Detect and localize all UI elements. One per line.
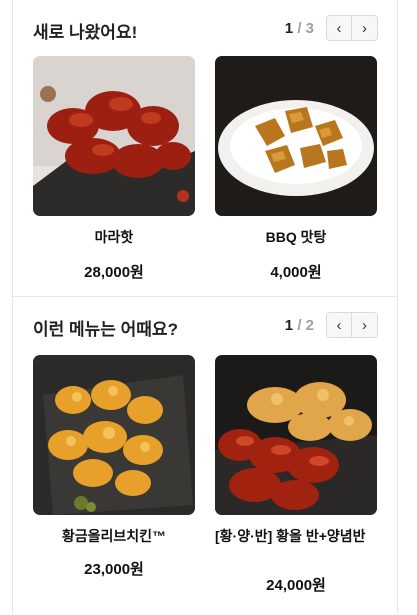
menu-card[interactable]: [황·양·반] 황올 반+양념반 24,000원 [215, 355, 377, 595]
page-indicator: 1 / 2 [285, 317, 314, 334]
menu-price: 28,000원 [84, 264, 144, 281]
next-page-button[interactable]: › [352, 15, 378, 41]
page-separator: / [297, 19, 302, 37]
menu-image[interactable] [33, 355, 195, 515]
menu-card[interactable]: 황금올리브치킨™ 23,000원 [33, 355, 195, 585]
carousel-pager: 1 / 2 ‹ › [285, 311, 378, 339]
menu-name[interactable]: 황금올리브치킨™ [33, 528, 195, 545]
menu-panel: 새로 나왔어요! 1 / 3 ‹ › 마라핫 28,000원 BBQ 맛탕 4,… [12, 0, 398, 614]
prev-page-button[interactable]: ‹ [326, 312, 352, 338]
new-menu-section: 새로 나왔어요! 1 / 3 ‹ › 마라핫 28,000원 BBQ 맛탕 4,… [13, 0, 397, 296]
chevron-left-icon: ‹ [336, 316, 342, 334]
menu-price: 24,000원 [266, 577, 326, 594]
total-pages: 3 [305, 19, 314, 37]
menu-card[interactable]: 마라핫 28,000원 [33, 56, 195, 286]
prev-page-button[interactable]: ‹ [326, 15, 352, 41]
carousel-pager: 1 / 3 ‹ › [285, 14, 378, 42]
chevron-right-icon: › [362, 19, 367, 37]
page-indicator: 1 / 3 [285, 20, 314, 37]
menu-image[interactable] [215, 56, 377, 216]
menu-name[interactable]: BBQ 맛탕 [215, 229, 377, 246]
section-title: 새로 나왔어요! [33, 23, 138, 42]
section-title: 이런 메뉴는 어때요? [33, 320, 178, 339]
menu-image[interactable] [33, 56, 195, 216]
current-page: 1 [284, 19, 294, 37]
menu-price: 4,000원 [270, 264, 322, 281]
chevron-right-icon: › [362, 316, 367, 334]
current-page: 1 [284, 316, 294, 334]
menu-name[interactable]: [황·양·반] 황올 반+양념반 [215, 528, 377, 545]
chevron-left-icon: ‹ [336, 19, 342, 37]
total-pages: 2 [305, 316, 314, 334]
page-separator: / [297, 316, 302, 334]
recommended-menu-section: 이런 메뉴는 어때요? 1 / 2 ‹ › 황금올리브치킨™ 23,000원 [… [13, 296, 397, 615]
menu-image[interactable] [215, 355, 377, 515]
menu-card[interactable]: BBQ 맛탕 4,000원 [215, 56, 377, 286]
menu-price: 23,000원 [84, 561, 144, 578]
menu-name[interactable]: 마라핫 [33, 229, 195, 246]
next-page-button[interactable]: › [352, 312, 378, 338]
